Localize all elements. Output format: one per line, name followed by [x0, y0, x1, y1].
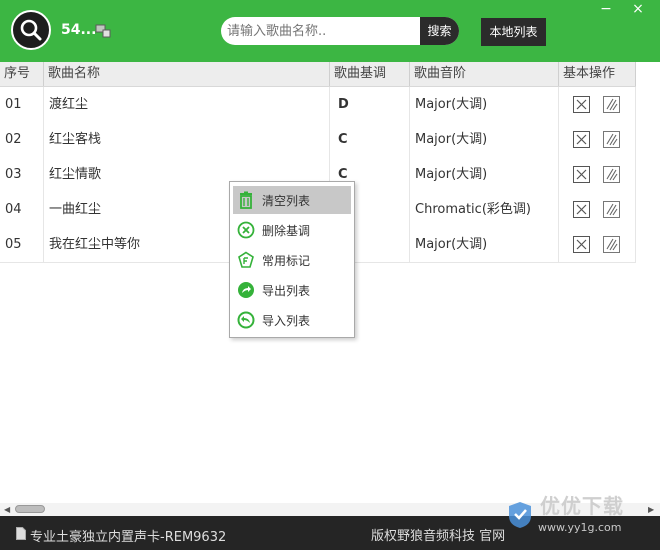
table-row[interactable]: 01 渡红尘 D Major(大调): [0, 87, 636, 123]
trash-icon: [240, 191, 252, 209]
menu-item-import-list[interactable]: 导入列表: [233, 306, 351, 334]
edit-pencil-icon[interactable]: [603, 201, 620, 218]
search-input[interactable]: [221, 17, 419, 45]
menu-item-label: 导入列表: [262, 314, 311, 328]
scroll-left-icon[interactable]: ◀: [4, 505, 10, 514]
close-button[interactable]: ×: [628, 0, 648, 18]
top-bar: 54... 搜索 本地列表 − ×: [0, 0, 660, 62]
row-actions: [559, 122, 636, 157]
watermark-logo-icon: [509, 502, 531, 528]
delete-x-icon[interactable]: [573, 166, 590, 183]
row-number: 03: [0, 157, 44, 192]
table-header: 序号 歌曲名称 歌曲基调 歌曲音阶 基本操作: [0, 62, 636, 87]
sound-card-text: 专业土豪独立内置声卡-REM9632: [30, 530, 227, 545]
scrollbar-thumb[interactable]: [15, 505, 45, 513]
song-scale: Major(大调): [410, 227, 559, 262]
edit-pencil-icon[interactable]: [603, 236, 620, 253]
row-number: 01: [0, 87, 44, 122]
menu-item-clear-list[interactable]: 清空列表: [233, 186, 351, 214]
row-actions: [559, 157, 636, 192]
song-key: D: [330, 87, 410, 122]
column-header-actions: 基本操作: [559, 62, 636, 86]
column-header-key: 歌曲基调: [330, 62, 410, 86]
search-logo-icon[interactable]: [11, 10, 51, 50]
delete-circle-icon: [237, 221, 255, 239]
import-icon: [237, 311, 255, 329]
copyright-link[interactable]: 版权野狼音频科技 官网: [371, 525, 505, 544]
delete-x-icon[interactable]: [573, 131, 590, 148]
mark-icon: [238, 251, 254, 268]
menu-item-label: 导出列表: [262, 284, 311, 298]
watermark-url: www.yy1g.com: [538, 521, 622, 534]
watermark-brand: 优优下载: [540, 494, 624, 518]
search-button[interactable]: 搜索: [420, 17, 459, 45]
row-number: 05: [0, 227, 44, 262]
column-header-song-name: 歌曲名称: [44, 62, 330, 86]
row-number: 04: [0, 192, 44, 227]
table-row[interactable]: 02 红尘客栈 C Major(大调): [0, 122, 636, 158]
menu-item-common-mark[interactable]: 常用标记: [233, 246, 351, 274]
minimize-button[interactable]: −: [596, 0, 616, 18]
context-menu: 清空列表 删除基调 常用标记 导出列表 导入列表: [229, 181, 355, 338]
row-actions: [559, 227, 636, 262]
edit-pencil-icon[interactable]: [603, 131, 620, 148]
menu-item-label: 删除基调: [262, 224, 311, 238]
export-icon: [238, 282, 254, 298]
row-number: 02: [0, 122, 44, 157]
menu-item-export-list[interactable]: 导出列表: [233, 276, 351, 304]
delete-x-icon[interactable]: [573, 96, 590, 113]
row-actions: [559, 87, 636, 122]
song-name: 渡红尘: [44, 87, 330, 122]
edit-pencil-icon[interactable]: [603, 96, 620, 113]
song-name: 红尘客栈: [44, 122, 330, 157]
menu-item-delete-key[interactable]: 删除基调: [233, 216, 351, 244]
edit-pencil-icon[interactable]: [603, 166, 620, 183]
column-header-number: 序号: [0, 62, 44, 86]
file-icon: [16, 527, 26, 540]
delete-x-icon[interactable]: [573, 201, 590, 218]
local-list-button[interactable]: 本地列表: [481, 18, 546, 46]
column-header-scale: 歌曲音阶: [410, 62, 559, 86]
key-badge-icon: [95, 24, 111, 38]
song-key: C: [330, 122, 410, 157]
menu-item-label: 常用标记: [262, 254, 311, 268]
song-scale: Major(大调): [410, 157, 559, 192]
app-title: 54...: [61, 22, 97, 38]
song-scale: Major(大调): [410, 87, 559, 122]
search-box: 搜索: [221, 17, 459, 45]
scroll-right-icon[interactable]: ▶: [648, 505, 654, 514]
delete-x-icon[interactable]: [573, 236, 590, 253]
song-scale: Chromatic(彩色调): [410, 192, 559, 227]
song-scale: Major(大调): [410, 122, 559, 157]
row-actions: [559, 192, 636, 227]
menu-item-label: 清空列表: [262, 194, 311, 208]
